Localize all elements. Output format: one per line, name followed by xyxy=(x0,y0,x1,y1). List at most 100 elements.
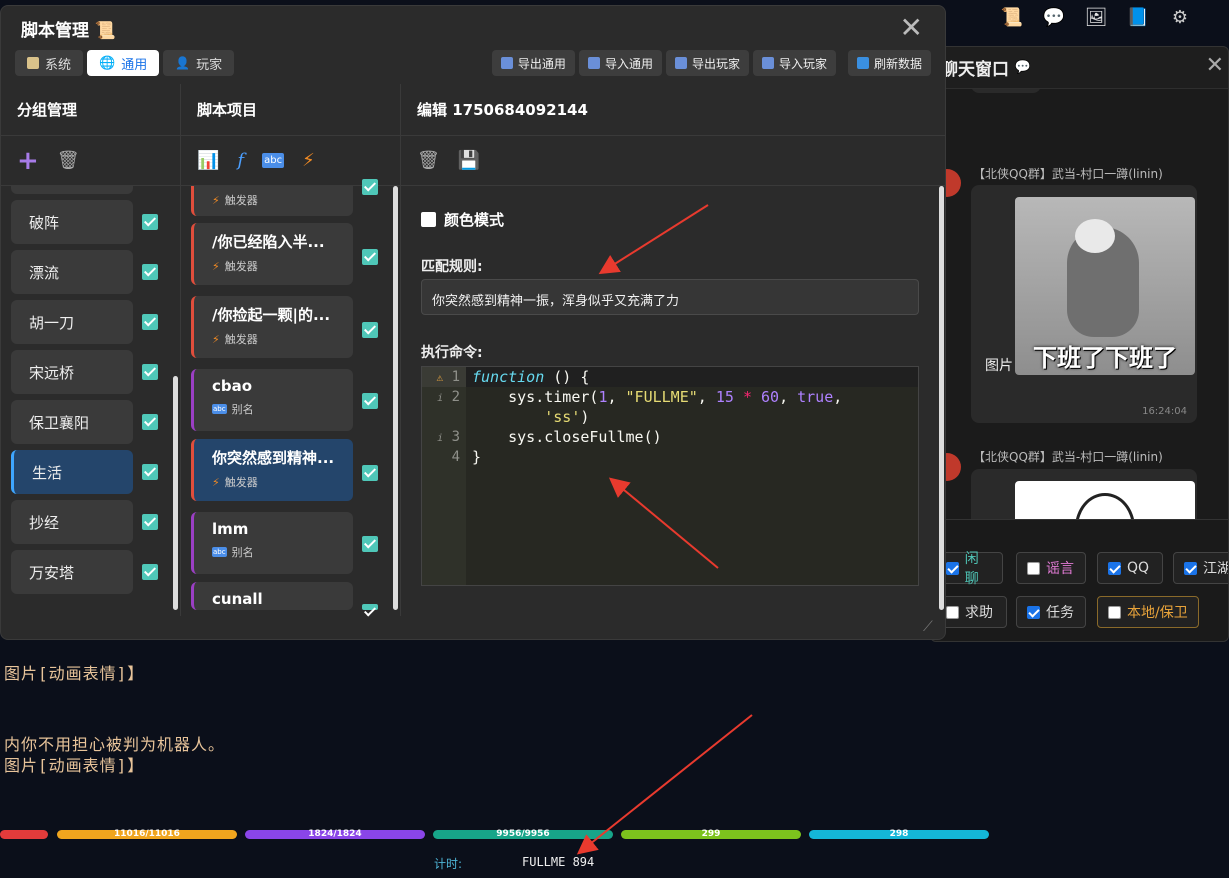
color-mode-checkbox[interactable] xyxy=(421,212,436,227)
group-item[interactable]: 抄经 xyxy=(11,500,133,544)
image-icon[interactable]: 🖼 xyxy=(1082,4,1110,30)
group-enabled-checkbox[interactable] xyxy=(142,364,158,380)
item-enabled-checkbox[interactable] xyxy=(362,465,378,481)
lightning-icon: ⚡ xyxy=(212,193,220,207)
import-player-button[interactable]: 导入玩家 xyxy=(752,50,836,76)
group-item-active[interactable]: 生活 xyxy=(11,450,133,494)
filter-task[interactable]: 任务 xyxy=(1016,596,1086,628)
group-enabled-checkbox[interactable] xyxy=(142,414,158,430)
trash-icon[interactable]: 🗑 xyxy=(57,150,80,171)
group-item[interactable]: 漂流 xyxy=(11,250,133,294)
warning-icon: ⚠ xyxy=(436,371,444,384)
code-editor[interactable]: ⚠ 1 i 2 i 3 4 function () { sys.timer(1,… xyxy=(421,366,919,586)
group-item[interactable]: 万安塔 xyxy=(11,550,133,594)
match-rule-input[interactable]: 你突然感到精神一振，浑身似乎又充满了力 xyxy=(421,279,919,315)
script-item[interactable]: ⚡ 触发器 xyxy=(191,186,353,216)
group-enabled-checkbox[interactable] xyxy=(142,514,158,530)
chat-title: 聊天窗口 💬 xyxy=(931,47,1228,89)
channel-filters: 闲聊 谣言 QQ 江湖 求助 任务 本地/保卫 xyxy=(931,519,1228,641)
items-scrollbar[interactable] xyxy=(393,186,398,610)
filter-jianghu[interactable]: 江湖 xyxy=(1173,552,1228,584)
package-icon xyxy=(674,57,687,69)
trash-icon[interactable]: 🗑 xyxy=(417,150,440,171)
lightning-icon[interactable]: ⚡ xyxy=(302,150,315,171)
group-item[interactable]: 宋远桥 xyxy=(11,350,133,394)
group-enabled-checkbox[interactable] xyxy=(142,314,158,330)
book-icon[interactable]: 📘 xyxy=(1124,4,1152,30)
timer-label: 计时: xyxy=(434,857,463,871)
add-group-icon[interactable]: + xyxy=(17,146,39,176)
script-item[interactable]: lmm abc 别名 xyxy=(191,512,353,574)
tab-player[interactable]: 👤 玩家 xyxy=(163,50,235,76)
item-enabled-checkbox[interactable] xyxy=(362,536,378,552)
abc-icon: abc xyxy=(212,547,227,557)
player-icon: 👤 xyxy=(175,56,191,70)
refresh-icon xyxy=(856,57,869,69)
group-item[interactable]: 保卫襄阳 xyxy=(11,400,133,444)
tab-general[interactable]: 🌐 通用 xyxy=(87,50,160,76)
penguin-sticker-image: 下班了下班了 xyxy=(1015,197,1195,375)
tab-system[interactable]: 系统 xyxy=(15,50,84,76)
group-enabled-checkbox[interactable] xyxy=(142,564,158,580)
item-enabled-checkbox[interactable] xyxy=(362,179,378,195)
chat-bubble-icon[interactable]: 💬 xyxy=(1040,4,1068,30)
group-enabled-checkbox[interactable] xyxy=(142,464,158,480)
item-enabled-checkbox[interactable] xyxy=(362,393,378,409)
script-item-active[interactable]: 你突然感到精神... ⚡ 触发器 xyxy=(191,439,353,501)
modal-title: 脚本管理 📜 xyxy=(21,21,117,41)
script-item[interactable]: /你已经陷入半... ⚡ 触发器 xyxy=(191,223,353,285)
code-line: 'ss') xyxy=(544,408,590,426)
message-sender: 【北侠QQ群】武当-村口一蹲(linin) xyxy=(973,167,1163,181)
group-item[interactable]: 破阵 xyxy=(11,200,133,244)
chat-messages[interactable]: 【北侠QQ群】武当-村口一蹲(linin) 下班了下班了 图片 16:24:04… xyxy=(931,89,1228,519)
item-enabled-checkbox[interactable] xyxy=(362,322,378,338)
code-line: sys.closeFullme() xyxy=(472,428,662,446)
refresh-data-button[interactable]: 刷新数据 xyxy=(847,50,931,76)
script-manager-modal: 脚本管理 📜 ✕ 系统 🌐 通用 👤 玩家 导出通用 导入通用 导出玩家 导入玩家 … xyxy=(0,5,946,640)
chart-icon[interactable]: 📊 xyxy=(197,150,219,171)
color-mode-toggle[interactable]: 颜色模式 xyxy=(421,209,504,230)
function-icon[interactable]: f xyxy=(237,150,244,171)
clipboard-icon xyxy=(27,57,39,69)
line-number: ⚠ 1 xyxy=(436,369,461,385)
timer-value: FULLME 894 xyxy=(522,855,595,869)
stat-bar: 299 xyxy=(621,830,801,839)
script-item[interactable]: cunall xyxy=(191,582,353,610)
close-icon[interactable]: ✕ xyxy=(1206,53,1224,78)
script-item[interactable]: cbao abc 别名 xyxy=(191,369,353,431)
filter-qq[interactable]: QQ xyxy=(1097,552,1163,584)
export-general-button[interactable]: 导出通用 xyxy=(491,50,575,76)
lightning-icon: ⚡ xyxy=(212,259,220,273)
scroll-icon[interactable]: 📜 xyxy=(998,4,1026,30)
message-time: 16:24:04 xyxy=(1142,406,1187,417)
line-number: i 2 xyxy=(437,389,460,405)
stat-bar: 9956/9956 xyxy=(433,830,613,839)
package-icon xyxy=(587,57,600,69)
group-enabled-checkbox[interactable] xyxy=(142,214,158,230)
chat-window: 聊天窗口 💬 ✕ 【北侠QQ群】武当-村口一蹲(linin) 下班了下班了 图片… xyxy=(930,46,1229,642)
export-player-button[interactable]: 导出玩家 xyxy=(665,50,749,76)
groups-header: 分组管理 xyxy=(1,84,180,136)
filter-local[interactable]: 本地/保卫 xyxy=(1097,596,1199,628)
status-bars: 11016/11016 1824/1824 9956/9956 299 298 xyxy=(0,830,1229,840)
toolbar: 导出通用 导入通用 导出玩家 导入玩家 刷新数据 xyxy=(491,50,931,76)
close-icon[interactable]: ✕ xyxy=(900,12,923,44)
item-enabled-checkbox[interactable] xyxy=(362,249,378,265)
group-enabled-checkbox[interactable] xyxy=(142,264,158,280)
resize-handle-icon[interactable]: ⟋ xyxy=(923,619,941,637)
editor-scrollbar[interactable] xyxy=(939,186,944,610)
group-item[interactable]: 胡一刀 xyxy=(11,300,133,344)
panda-sticker-image xyxy=(1015,481,1195,519)
filter-rumor[interactable]: 谣言 xyxy=(1016,552,1086,584)
gear-icon[interactable]: ⚙ xyxy=(1166,4,1194,30)
script-item[interactable]: /你捡起一颗|的... ⚡ 触发器 xyxy=(191,296,353,358)
log-line: 图片[动画表情]】 xyxy=(4,756,145,775)
item-enabled-checkbox[interactable] xyxy=(362,604,378,610)
import-general-button[interactable]: 导入通用 xyxy=(578,50,662,76)
save-icon[interactable]: 💾 xyxy=(458,150,480,171)
globe-icon: 🌐 xyxy=(99,55,116,71)
command-label: 执行命令: xyxy=(421,345,483,361)
message-sender: 【北侠QQ群】武当-村口一蹲(linin) xyxy=(973,450,1163,464)
items-header: 脚本项目 xyxy=(181,84,400,136)
abc-icon[interactable]: abc xyxy=(262,153,285,168)
